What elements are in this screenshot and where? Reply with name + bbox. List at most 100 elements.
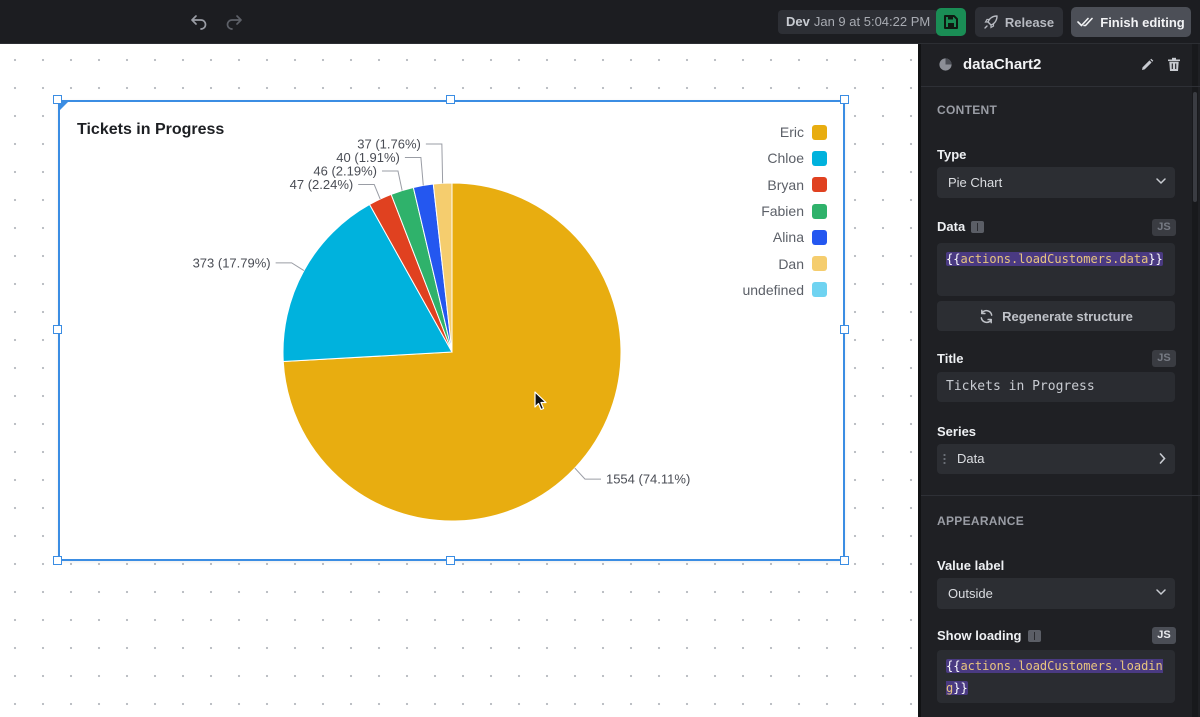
data-code-editor[interactable]: {{actions.loadCustomers.data}}: [937, 243, 1175, 296]
legend-item-bryan[interactable]: Bryan: [687, 172, 827, 198]
value-label-leader-line: [358, 184, 381, 200]
resize-handle-bottom[interactable]: [446, 556, 455, 565]
legend-item-undefined[interactable]: undefined: [687, 277, 827, 303]
show-loading-label: Show loading: [937, 628, 1041, 643]
legend-swatch: [812, 177, 827, 193]
legend-item-eric[interactable]: Eric: [687, 119, 827, 145]
series-item-data[interactable]: Data: [937, 444, 1175, 474]
value-label-bryan: 47 (2.24%): [290, 177, 354, 192]
show-loading-js-toggle[interactable]: JS: [1152, 627, 1176, 644]
drag-handle-icon[interactable]: [943, 453, 946, 466]
chevron-down-icon: [1156, 589, 1166, 596]
resize-handle-left[interactable]: [53, 325, 62, 334]
refresh-icon: [980, 309, 993, 323]
save-button[interactable]: [936, 8, 966, 36]
legend-swatch: [812, 203, 827, 219]
value-label-chloe: 373 (17.79%): [193, 255, 271, 270]
value-label-leader-line: [275, 262, 305, 272]
value-label-label: Value label: [937, 558, 1004, 573]
resize-handle-bottom-left[interactable]: [53, 556, 62, 565]
value-label-alina: 40 (1.91%): [336, 150, 400, 165]
env-label: Dev: [786, 14, 810, 29]
type-select[interactable]: Pie Chart: [937, 167, 1175, 198]
data-code-expression: actions.loadCustomers.data: [960, 252, 1149, 266]
series-item-label: Data: [957, 451, 985, 466]
resize-handle-top[interactable]: [446, 95, 455, 104]
series-label: Series: [937, 424, 976, 439]
title-label-text: Title: [937, 351, 964, 366]
panel-scrollbar-thumb[interactable]: [1193, 92, 1197, 202]
finish-editing-button[interactable]: Finish editing: [1071, 7, 1191, 37]
legend-swatch: [812, 150, 827, 166]
title-label: Title: [937, 351, 964, 366]
chevron-down-icon: [1156, 178, 1166, 185]
show-loading-code-editor[interactable]: {{actions.loadCustomers.loading}}: [937, 650, 1175, 703]
title-input[interactable]: Tickets in Progress: [937, 372, 1175, 402]
value-label-leader-line: [574, 467, 601, 480]
value-label-eric: 1554 (74.11%): [606, 472, 690, 487]
legend-swatch: [812, 229, 827, 245]
top-bar: Dev Jan 9 at 5:04:22 PM Release Finish ed…: [0, 0, 1200, 44]
env-timestamp: Jan 9 at 5:04:22 PM: [813, 14, 931, 29]
content-section-heading: CONTENT: [937, 103, 998, 117]
undo-icon[interactable]: [188, 11, 210, 33]
legend-label: Chloe: [767, 150, 804, 167]
value-label-leader-line: [425, 143, 444, 184]
legend-label: Alina: [772, 229, 804, 246]
legend-label: undefined: [742, 281, 804, 298]
double-check-icon: [1077, 17, 1094, 27]
component-name[interactable]: dataChart2: [963, 56, 1041, 73]
regenerate-structure-button[interactable]: Regenerate structure: [937, 301, 1175, 331]
type-label-text: Type: [937, 147, 967, 162]
resize-handle-right[interactable]: [840, 325, 849, 334]
value-label-leader-line: [381, 170, 403, 191]
rocket-icon: [984, 15, 998, 29]
value-label-select[interactable]: Outside: [937, 578, 1175, 609]
value-label-fabien: 46 (2.19%): [313, 164, 377, 179]
title-js-toggle[interactable]: JS: [1152, 350, 1176, 367]
legend-item-fabien[interactable]: Fabien: [687, 198, 827, 224]
loading-code-open: {{: [946, 659, 961, 673]
resize-handle-top-right[interactable]: [840, 95, 849, 104]
panel-header: dataChart2: [921, 44, 1200, 87]
release-label: Release: [1004, 14, 1055, 30]
value-label-leader-line: [404, 157, 424, 186]
chart-widget[interactable]: Tickets in Progress 1554 (74.11%) 373 (17…: [58, 100, 845, 561]
show-loading-label-text: Show loading: [937, 628, 1022, 643]
mouse-cursor-icon: [534, 391, 548, 416]
trash-icon[interactable]: [1167, 57, 1181, 72]
legend-swatch: [812, 124, 827, 140]
legend-item-alina[interactable]: Alina: [687, 224, 827, 250]
resize-handle-bottom-right[interactable]: [840, 556, 849, 565]
type-label: Type: [937, 147, 966, 162]
value-label-label-text: Value label: [937, 558, 1005, 573]
pie-chart-icon: [939, 58, 952, 71]
series-label-text: Series: [937, 424, 977, 439]
data-code-close: }}: [1148, 252, 1163, 266]
data-label: Data: [937, 219, 985, 234]
legend-item-dan[interactable]: Dan: [687, 250, 827, 276]
legend-label: Dan: [778, 255, 804, 272]
save-icon: [944, 15, 958, 29]
appearance-section-heading: APPEARANCE: [937, 514, 1025, 528]
legend-label: Eric: [779, 124, 804, 141]
legend-label: Fabien: [761, 203, 804, 220]
redo-icon[interactable]: [223, 11, 245, 33]
pencil-icon[interactable]: [1140, 58, 1154, 72]
environment-badge: Dev Jan 9 at 5:04:22 PM: [778, 10, 939, 34]
data-js-toggle[interactable]: JS: [1152, 219, 1176, 236]
docs-book-icon[interactable]: [971, 220, 985, 233]
release-button[interactable]: Release: [975, 7, 1063, 37]
docs-book-icon[interactable]: [1027, 629, 1041, 642]
chevron-right-icon: [1159, 453, 1166, 464]
data-label-text: Data: [937, 219, 966, 234]
value-label-select-value: Outside: [948, 586, 993, 601]
properties-panel: dataChart2 CONTENT Type Pie Chart Data J…: [918, 44, 1200, 717]
legend-swatch: [812, 282, 827, 298]
loading-code-expression: actions.loadCustomers.loading: [946, 659, 1163, 695]
legend-item-chloe[interactable]: Chloe: [687, 145, 827, 171]
loading-code-close: }}: [953, 681, 968, 695]
finish-editing-label: Finish editing: [1100, 14, 1185, 30]
type-select-value: Pie Chart: [948, 175, 1003, 190]
resize-handle-top-left[interactable]: [53, 95, 62, 104]
